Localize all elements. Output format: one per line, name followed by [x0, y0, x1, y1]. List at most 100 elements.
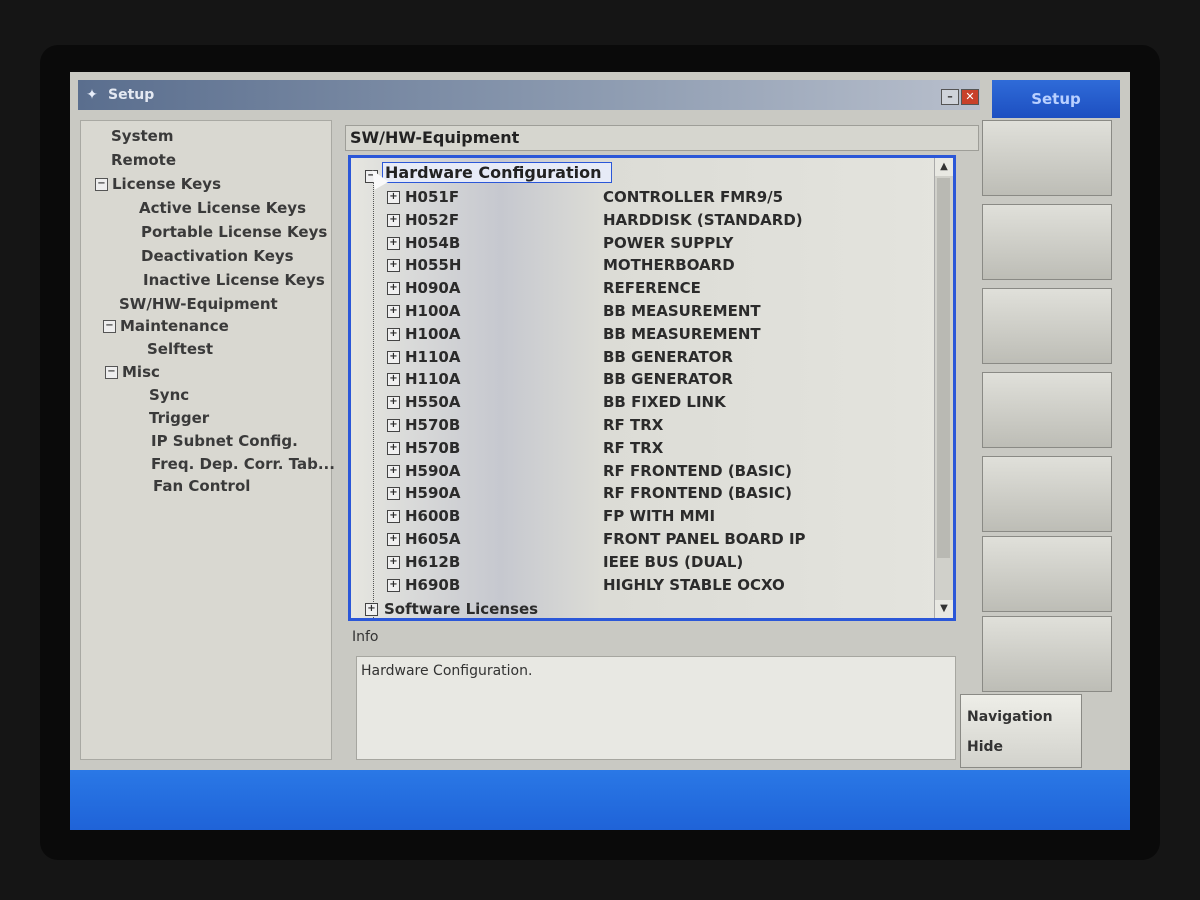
expand-icon[interactable]: + — [387, 373, 400, 387]
nav-item-trigger[interactable]: Trigger — [149, 409, 209, 427]
expand-icon[interactable]: + — [387, 533, 400, 546]
nav-item-remote[interactable]: Remote — [111, 151, 176, 169]
setup-navigation-tree: System Remote − License Keys Active Licen… — [80, 120, 335, 760]
module-code: H600B — [405, 507, 461, 526]
nav-item-label: Freq. Dep. Corr. Tab... — [151, 455, 335, 473]
module-code: H100A — [405, 302, 461, 320]
expand-icon[interactable]: + — [387, 510, 400, 524]
expand-icon[interactable]: + — [387, 578, 400, 592]
hide-label: Hide — [967, 739, 1004, 755]
nav-item-active-license-keys[interactable]: Active License Keys — [139, 199, 306, 217]
nav-item-selftest[interactable]: Selftest — [147, 340, 213, 358]
expand-icon[interactable]: + — [387, 191, 400, 204]
expand-icon[interactable]: + — [387, 327, 400, 341]
window-title: Setup — [108, 87, 155, 103]
tree-root-hardware-configuration[interactable]: − Hardware Configuration — [365, 162, 613, 184]
tree-row[interactable]: + H590A RF FRONTEND (BASIC) — [351, 482, 931, 504]
tree-row[interactable]: + H600B FP WITH MMI — [351, 505, 931, 527]
module-description: FP WITH MMI — [603, 507, 716, 526]
module-code: H110A — [405, 370, 461, 389]
tree-row[interactable]: + H110A BB GENERATOR — [351, 368, 931, 390]
softkey-3[interactable] — [982, 288, 1112, 364]
module-description: BB MEASUREMENT — [603, 324, 761, 343]
tree-row[interactable]: + H570B RF TRX — [351, 437, 931, 459]
tree-row[interactable]: + H090A REFERENCE — [351, 277, 931, 299]
module-description: RF TRX — [603, 438, 664, 457]
nav-item-label: Active License Keys — [139, 199, 306, 217]
tree-row[interactable]: + H051F CONTROLLER FMR9/5 — [351, 186, 931, 208]
softkey-6[interactable] — [982, 536, 1112, 612]
module-description: HIGHLY STABLE OCXO — [603, 575, 785, 594]
module-code: H590A — [405, 484, 461, 503]
expand-icon[interactable]: + — [387, 259, 400, 273]
hardware-tree[interactable]: − Hardware Configuration + H051F CONTROLLER… — [348, 155, 956, 621]
softkey-1[interactable] — [982, 120, 1112, 196]
nav-item-fan-control[interactable]: Fan Control — [153, 477, 250, 495]
expand-icon[interactable]: + — [387, 213, 400, 227]
softkey-4[interactable] — [982, 372, 1112, 448]
expand-icon[interactable]: + — [387, 441, 400, 455]
nav-item-deactivation-keys[interactable]: Deactivation Keys — [141, 247, 294, 265]
expand-icon[interactable]: + — [387, 282, 400, 296]
minimize-button[interactable]: – — [941, 89, 959, 105]
nav-item-freq-dep-corr-tab[interactable]: Freq. Dep. Corr. Tab... — [151, 455, 335, 473]
nav-item-sync[interactable]: Sync — [149, 386, 189, 404]
nav-item-inactive-license-keys[interactable]: Inactive License Keys — [143, 271, 325, 289]
module-code: H051F — [405, 188, 460, 206]
tree-row[interactable]: + H055H MOTHERBOARD — [351, 254, 931, 276]
expand-icon[interactable]: + — [387, 419, 400, 432]
expand-icon[interactable]: + — [387, 396, 400, 410]
tree-row[interactable]: + H110A BB GENERATOR — [351, 346, 931, 368]
tree-row[interactable]: + H590A RF FRONTEND (BASIC) — [351, 460, 931, 482]
module-description: BB GENERATOR — [603, 370, 733, 389]
module-description: POWER SUPPLY — [603, 233, 734, 252]
expand-icon[interactable]: + — [387, 555, 400, 569]
softkey-7[interactable] — [982, 616, 1112, 692]
module-description: BB MEASUREMENT — [603, 302, 761, 320]
tree-row[interactable]: + H054B POWER SUPPLY — [351, 232, 931, 254]
close-button[interactable]: ✕ — [961, 89, 979, 105]
module-description: RF FRONTEND (BASIC) — [603, 484, 792, 503]
module-description: CONTROLLER FMR9/5 — [603, 188, 784, 206]
tree-row[interactable]: + H100A BB MEASUREMENT — [351, 300, 931, 322]
collapse-icon[interactable]: − — [95, 178, 108, 191]
nav-item-system[interactable]: System — [111, 127, 173, 145]
navigation-hide-softkey[interactable]: Navigation Hide — [960, 694, 1082, 768]
expand-icon[interactable]: + — [387, 464, 400, 478]
expand-icon[interactable]: + — [387, 350, 400, 364]
collapse-icon[interactable]: − — [105, 366, 118, 379]
nav-item-license-keys[interactable]: − License Keys — [95, 175, 221, 193]
nav-item-label: Misc — [122, 363, 160, 381]
nav-item-label: Sync — [149, 386, 190, 404]
expand-icon[interactable]: + — [365, 603, 378, 616]
module-code: H110A — [405, 347, 461, 366]
nav-item-label: Remote — [111, 151, 177, 169]
tree-row[interactable]: + H052F HARDDISK (STANDARD) — [351, 209, 931, 231]
scroll-thumb[interactable] — [937, 178, 950, 558]
tree-row[interactable]: + H605A FRONT PANEL BOARD IP — [351, 528, 931, 550]
softkey-5[interactable] — [982, 456, 1112, 532]
scroll-down-arrow-icon[interactable]: ▼ — [935, 600, 953, 618]
nav-item-misc[interactable]: − Misc — [105, 363, 160, 381]
expand-icon[interactable]: + — [387, 236, 400, 250]
nav-item-maintenance[interactable]: − Maintenance — [103, 317, 229, 335]
module-code: H052F — [405, 210, 460, 229]
tree-row[interactable]: + H100A BB MEASUREMENT — [351, 323, 931, 345]
tree-row[interactable]: + H612B IEEE BUS (DUAL) — [351, 551, 931, 573]
scroll-up-arrow-icon[interactable]: ▲ — [935, 158, 953, 176]
nav-item-ip-subnet-config[interactable]: IP Subnet Config. — [151, 432, 298, 450]
expand-icon[interactable]: + — [387, 487, 400, 501]
tree-scrollbar[interactable]: ▲ ▼ — [934, 158, 953, 618]
nav-item-label: License Keys — [112, 175, 222, 193]
tree-row[interactable]: + H570B RF TRX — [351, 414, 931, 436]
collapse-icon[interactable]: − — [103, 320, 116, 333]
tree-row[interactable]: + H690B HIGHLY STABLE OCXO — [351, 574, 931, 596]
nav-item-portable-license-keys[interactable]: Portable License Keys — [141, 223, 327, 241]
nav-item-sw-hw-equipment[interactable]: SW/HW-Equipment — [119, 295, 278, 313]
expand-icon[interactable]: + — [387, 305, 400, 318]
softkey-2[interactable] — [982, 204, 1112, 280]
navigation-label: Navigation — [967, 709, 1053, 725]
tree-row[interactable]: + H550A BB FIXED LINK — [351, 391, 931, 413]
nav-item-label: SW/HW-Equipment — [119, 295, 278, 313]
tree-node-software-licenses[interactable]: + Software Licenses — [365, 600, 538, 618]
